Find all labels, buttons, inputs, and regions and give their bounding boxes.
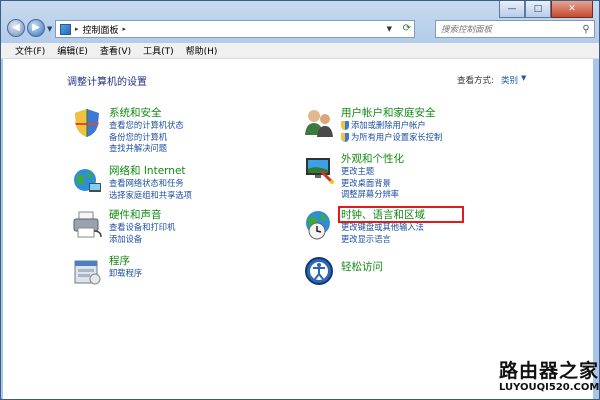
category-title[interactable]: 硬件和声音 [109,209,175,222]
caption-buttons: — □ ✕ [499,1,593,18]
task-link[interactable]: 查找并解决问题 [109,143,184,155]
task-link[interactable]: 添加或删除用户帐户 [341,120,442,132]
task-link[interactable]: 更改桌面背景 [341,178,404,190]
task-link[interactable]: 更改主题 [341,166,404,178]
search-input[interactable]: 搜索控制面板 [441,23,578,35]
uac-shield-icon [341,121,349,131]
forward-button[interactable]: ▶ [27,19,45,37]
close-button[interactable]: ✕ [551,1,593,18]
minimize-button[interactable]: — [499,1,525,18]
maximize-button[interactable]: □ [525,1,551,18]
search-box[interactable]: 搜索控制面板 ⚲ [435,20,595,38]
users-icon[interactable] [303,107,335,139]
highlight-annotation [338,206,464,223]
menu-file[interactable]: 文件(F) [9,44,51,57]
category-title[interactable]: 网络和 Internet [109,165,192,178]
task-link[interactable]: 添加设备 [109,234,175,246]
ease-of-access-icon[interactable] [303,255,335,287]
view-by-label: 查看方式: [457,76,494,86]
view-by-dropdown-icon[interactable]: ▼ [521,74,526,82]
breadcrumb-control-panel[interactable]: 控制面板 [83,23,119,36]
control-panel-icon [60,23,71,35]
task-link[interactable]: 查看您的计算机状态 [109,120,184,132]
task-link[interactable]: 卸载程序 [109,268,142,280]
category-title[interactable]: 外观和个性化 [341,153,404,166]
programs-icon[interactable] [71,255,103,287]
view-by-select[interactable]: 类别 [501,74,518,86]
breadcrumb-separator-2[interactable]: ▸ [123,25,127,33]
back-button[interactable]: ◀ [7,19,25,37]
task-link[interactable]: 备份您的计算机 [109,132,184,144]
category-title[interactable]: 程序 [109,255,142,268]
category-title[interactable]: 轻松访问 [341,261,383,274]
menu-edit[interactable]: 编辑(E) [51,44,94,57]
search-icon[interactable]: ⚲ [578,21,594,37]
task-link[interactable]: 更改显示语言 [341,234,425,246]
task-link[interactable]: 选择家庭组和共享选项 [109,190,192,202]
display-icon[interactable] [303,153,335,185]
category-title[interactable]: 用户帐户和家庭安全 [341,107,442,120]
task-link[interactable]: 更改键盘或其他输入法 [341,222,425,234]
category-title[interactable]: 系统和安全 [109,107,184,120]
printer-icon[interactable] [71,209,103,241]
task-link[interactable]: 查看设备和打印机 [109,222,175,234]
content-pane: 调整计算机的设置 查看方式: 类别 ▼ 系统和安全 查看您的计算机状态 备份您的… [3,59,593,399]
address-row: — □ ✕ ◀ ▶ ▼ ▸ 控制面板 ▸ ▼ ⟳ 搜索控制面板 ⚲ [1,1,599,41]
network-icon[interactable] [71,165,103,197]
globe-clock-icon[interactable] [303,209,335,241]
control-panel-window: — □ ✕ ◀ ▶ ▼ ▸ 控制面板 ▸ ▼ ⟳ 搜索控制面板 ⚲ 文件(F) … [0,0,600,400]
address-bar[interactable]: ▸ 控制面板 ▸ ▼ ⟳ [55,20,415,38]
watermark-url: LUYOUQI520.COM [499,382,600,393]
menu-bar: 文件(F) 编辑(E) 查看(V) 工具(T) 帮助(H) [1,43,599,59]
task-link[interactable]: 查看网络状态和任务 [109,178,192,190]
refresh-icon[interactable]: ⟳ [403,23,411,34]
menu-help[interactable]: 帮助(H) [180,44,224,57]
page-title: 调整计算机的设置 [67,77,147,88]
recent-pages-dropdown-icon[interactable]: ▼ [47,25,52,33]
menu-view[interactable]: 查看(V) [94,44,137,57]
task-link[interactable]: 调整屏幕分辨率 [341,189,404,201]
task-link[interactable]: 为所有用户设置家长控制 [341,132,442,144]
shield-icon[interactable] [71,107,103,139]
breadcrumb-separator[interactable]: ▸ [75,25,79,33]
address-history-dropdown-icon[interactable]: ▼ [387,25,392,33]
uac-shield-icon [341,132,349,142]
watermark-title: 路由器之家 [499,360,600,382]
menu-tools[interactable]: 工具(T) [137,44,180,57]
